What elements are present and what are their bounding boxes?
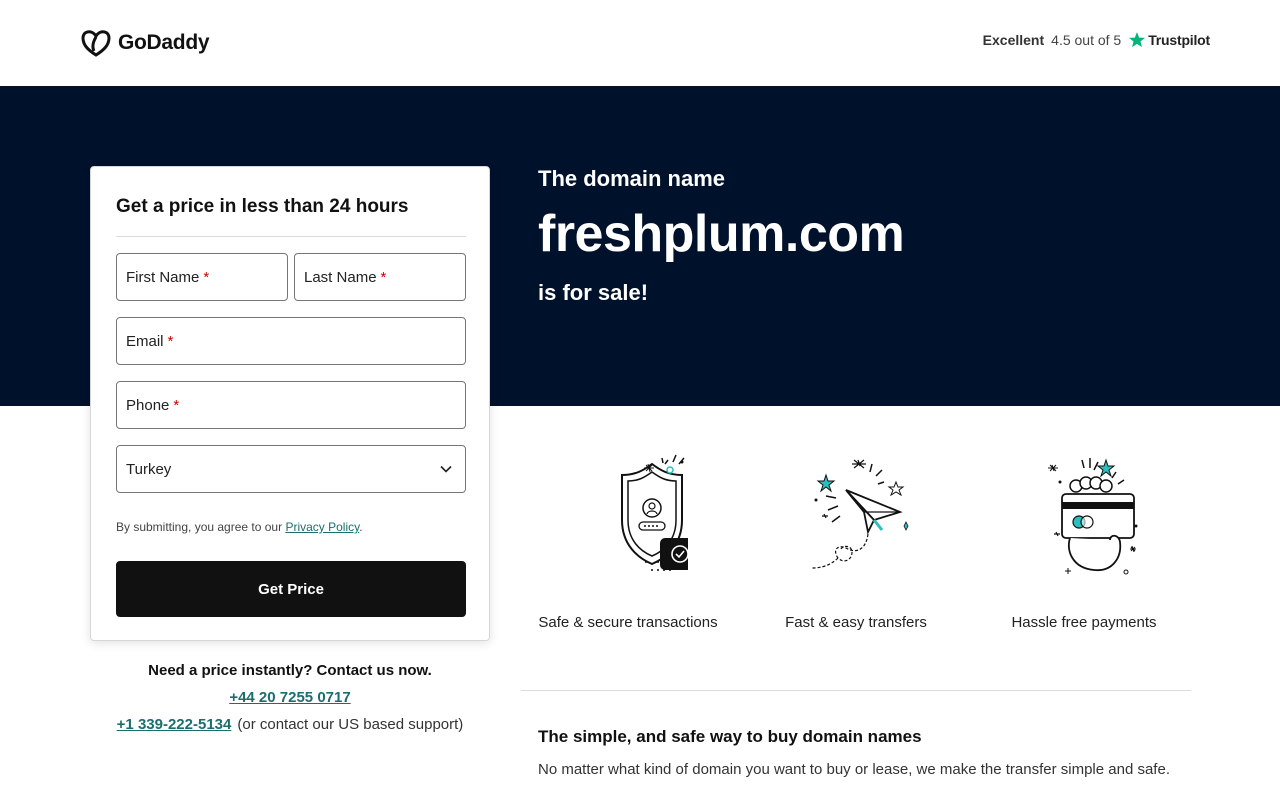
get-price-button[interactable]: Get Price [116, 561, 466, 617]
feature-transfers: Fast & easy transfers [742, 450, 970, 631]
card-payment-icon [1048, 458, 1138, 575]
required-mark: * [173, 396, 180, 414]
form-divider [116, 236, 466, 237]
feature-transfers-label: Fast & easy transfers [785, 614, 927, 631]
consent-suffix: . [359, 520, 363, 534]
consent-text: By submitting, you agree to our Privacy … [116, 520, 363, 534]
email-field[interactable]: Email * [116, 317, 466, 365]
country-value: Turkey [126, 460, 172, 478]
required-mark: * [167, 332, 174, 350]
last-name-field[interactable]: Last Name * [294, 253, 466, 301]
trustpilot-label: Trustpilot [1148, 32, 1210, 48]
email-label: Email [126, 332, 164, 350]
uk-phone-line: +44 20 7255 0717 [90, 689, 490, 706]
shield-icon [621, 454, 688, 571]
required-mark: * [203, 268, 210, 286]
site-header: GoDaddy Excellent 4.5 out of 5 Trustpilo… [0, 0, 1280, 86]
first-name-field[interactable]: First Name * [116, 253, 288, 301]
feature-secure: Safe & secure transactions [514, 450, 742, 631]
trust-rating-word: Excellent [982, 32, 1045, 48]
paper-plane-icon [811, 459, 909, 569]
privacy-policy-link[interactable]: Privacy Policy [285, 520, 359, 534]
trustpilot-rating[interactable]: Excellent 4.5 out of 5 Trustpilot [982, 31, 1211, 49]
section-body: No matter what kind of domain you want t… [538, 761, 1170, 778]
phone-field[interactable]: Phone * [116, 381, 466, 429]
phone-label: Phone [126, 396, 170, 414]
consent-prefix: By submitting, you agree to our [116, 520, 286, 534]
first-name-label: First Name [126, 268, 200, 286]
godaddy-logo[interactable]: GoDaddy [80, 28, 210, 58]
chevron-down-icon [440, 465, 452, 473]
trustpilot-brand: Trustpilot [1128, 31, 1210, 49]
trust-score: 4.5 out of 5 [1051, 32, 1122, 48]
godaddy-logo-icon [81, 30, 111, 57]
required-mark: * [380, 268, 387, 286]
hero-domain-name: freshplum.com [538, 205, 905, 263]
hero-intro: The domain name [538, 166, 726, 191]
section-title: The simple, and safe way to buy domain n… [538, 727, 922, 746]
feature-secure-label: Safe & secure transactions [538, 614, 718, 631]
feature-payments-label: Hassle free payments [1011, 614, 1157, 631]
form-title: Get a price in less than 24 hours [116, 196, 409, 217]
price-request-form: Get a price in less than 24 hours First … [90, 166, 490, 641]
star-icon [1129, 32, 1146, 48]
contact-heading: Need a price instantly? Contact us now. [148, 662, 432, 679]
feature-payments: Hassle free payments [970, 450, 1198, 631]
logo-text: GoDaddy [118, 31, 210, 54]
last-name-label: Last Name [304, 268, 377, 286]
us-phone-link[interactable]: +1 339-222-5134 [117, 716, 232, 733]
hero-for-sale: is for sale! [538, 280, 649, 305]
uk-phone-link[interactable]: +44 20 7255 0717 [229, 689, 350, 706]
country-select[interactable]: Turkey [116, 445, 466, 493]
section-divider [521, 690, 1191, 691]
us-phone-line: +1 339-222-5134 (or contact our US based … [90, 716, 490, 733]
us-support-note: (or contact our US based support) [237, 716, 464, 733]
